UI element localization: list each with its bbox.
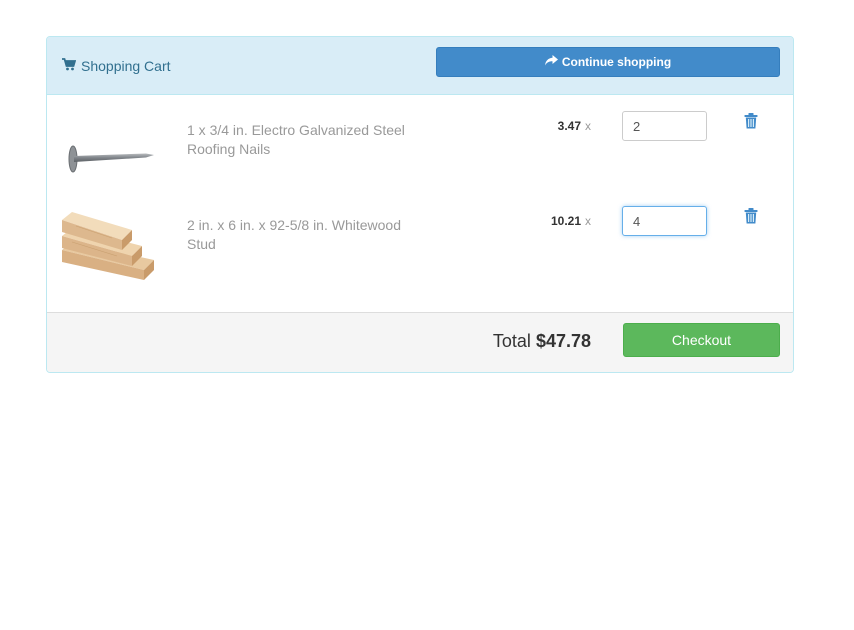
item-price: 3.47 x: [558, 119, 591, 133]
cart-footer: Total $47.78 Checkout: [47, 312, 793, 372]
multiply-sign: x: [585, 119, 591, 133]
cart-total: Total $47.78: [493, 331, 591, 352]
item-price: 10.21 x: [551, 214, 591, 228]
share-arrow-icon: [544, 55, 562, 69]
item-name: 2 in. x 6 in. x 92-5/8 in. Whitewood Stu…: [187, 217, 401, 252]
item-price-value: 3.47: [557, 119, 581, 133]
total-label: Total: [492, 331, 531, 351]
shopping-cart-icon: [62, 58, 81, 74]
cart-item: 2 in. x 6 in. x 92-5/8 in. Whitewood Stu…: [47, 190, 793, 280]
total-amount: $47.78: [535, 331, 591, 351]
trash-icon[interactable]: [744, 113, 758, 129]
item-price-value: 10.21: [550, 214, 581, 228]
continue-shopping-button[interactable]: Continue shopping: [436, 47, 780, 77]
checkout-button[interactable]: Checkout: [623, 323, 780, 357]
shopping-cart-panel: Shopping Cart Continue shopping 1 x 3/4 …: [46, 36, 794, 373]
roofing-nail-image: [62, 118, 154, 188]
item-name: 1 x 3/4 in. Electro Galvanized Steel Roo…: [187, 122, 405, 157]
multiply-sign: x: [585, 214, 591, 228]
continue-shopping-label: Continue shopping: [561, 55, 672, 69]
cart-header: Shopping Cart Continue shopping: [47, 37, 793, 95]
cart-item: 1 x 3/4 in. Electro Galvanized Steel Roo…: [47, 95, 793, 185]
wood-stud-image: [62, 210, 154, 280]
cart-title: Shopping Cart: [62, 58, 171, 74]
quantity-input[interactable]: [622, 206, 707, 236]
quantity-input[interactable]: [622, 111, 707, 141]
cart-title-label: Shopping Cart: [81, 58, 171, 74]
trash-icon[interactable]: [744, 208, 758, 224]
